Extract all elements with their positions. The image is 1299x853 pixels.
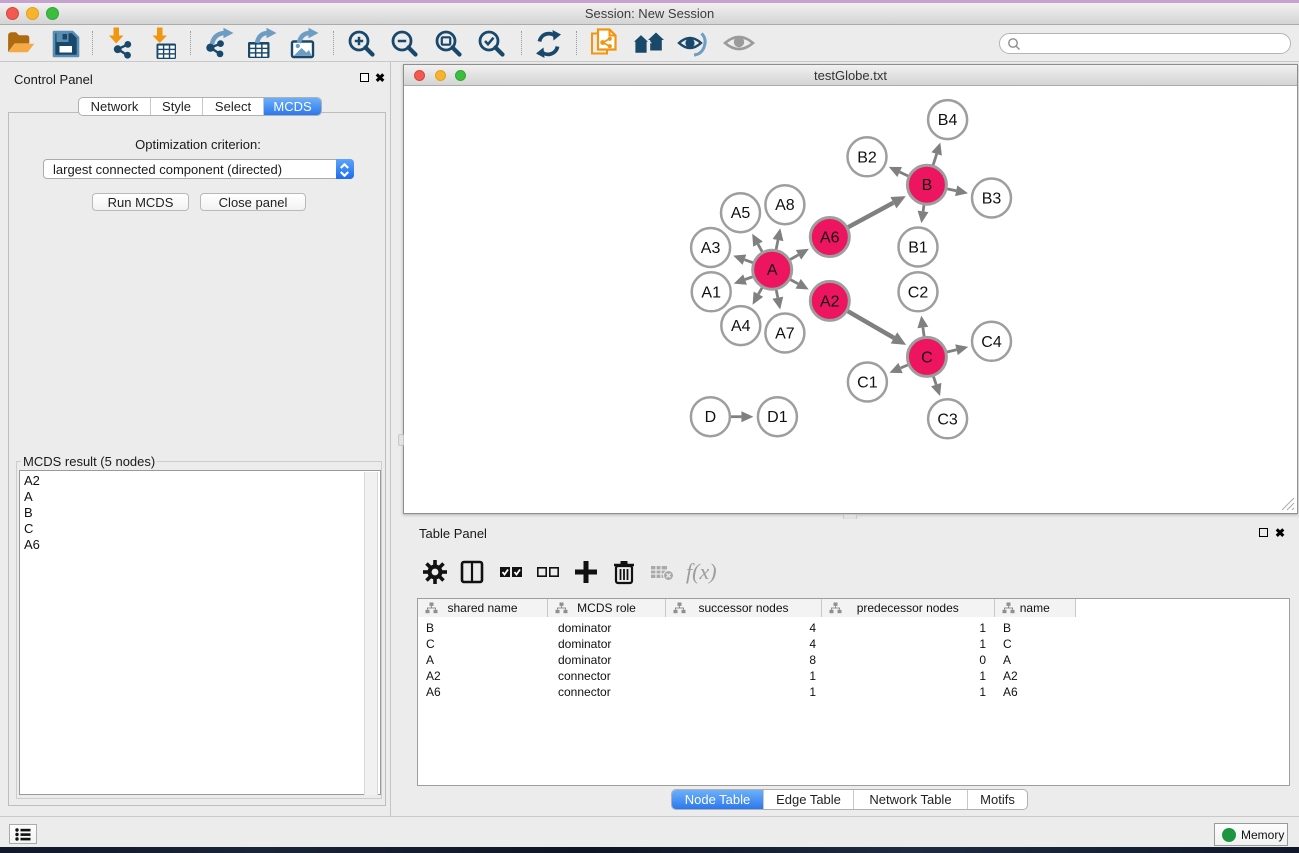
svg-text:A4: A4 (731, 318, 751, 335)
svg-text:B4: B4 (938, 112, 958, 129)
svg-text:C1: C1 (857, 375, 878, 392)
svg-text:D1: D1 (767, 409, 788, 426)
svg-text:C: C (921, 349, 933, 366)
svg-text:D: D (705, 409, 717, 426)
svg-text:B1: B1 (908, 240, 928, 257)
svg-text:B: B (922, 177, 933, 194)
svg-text:A: A (767, 262, 778, 279)
svg-text:C3: C3 (937, 411, 958, 428)
svg-text:A2: A2 (820, 293, 840, 310)
svg-text:A5: A5 (731, 205, 751, 222)
svg-text:A7: A7 (775, 326, 795, 343)
svg-text:A6: A6 (820, 230, 840, 247)
svg-text:C2: C2 (908, 284, 929, 301)
svg-text:A1: A1 (701, 284, 721, 301)
svg-text:B2: B2 (857, 149, 877, 166)
svg-text:B3: B3 (982, 191, 1002, 208)
svg-text:C4: C4 (981, 334, 1002, 351)
svg-text:A8: A8 (775, 197, 795, 214)
svg-text:A3: A3 (701, 240, 721, 257)
